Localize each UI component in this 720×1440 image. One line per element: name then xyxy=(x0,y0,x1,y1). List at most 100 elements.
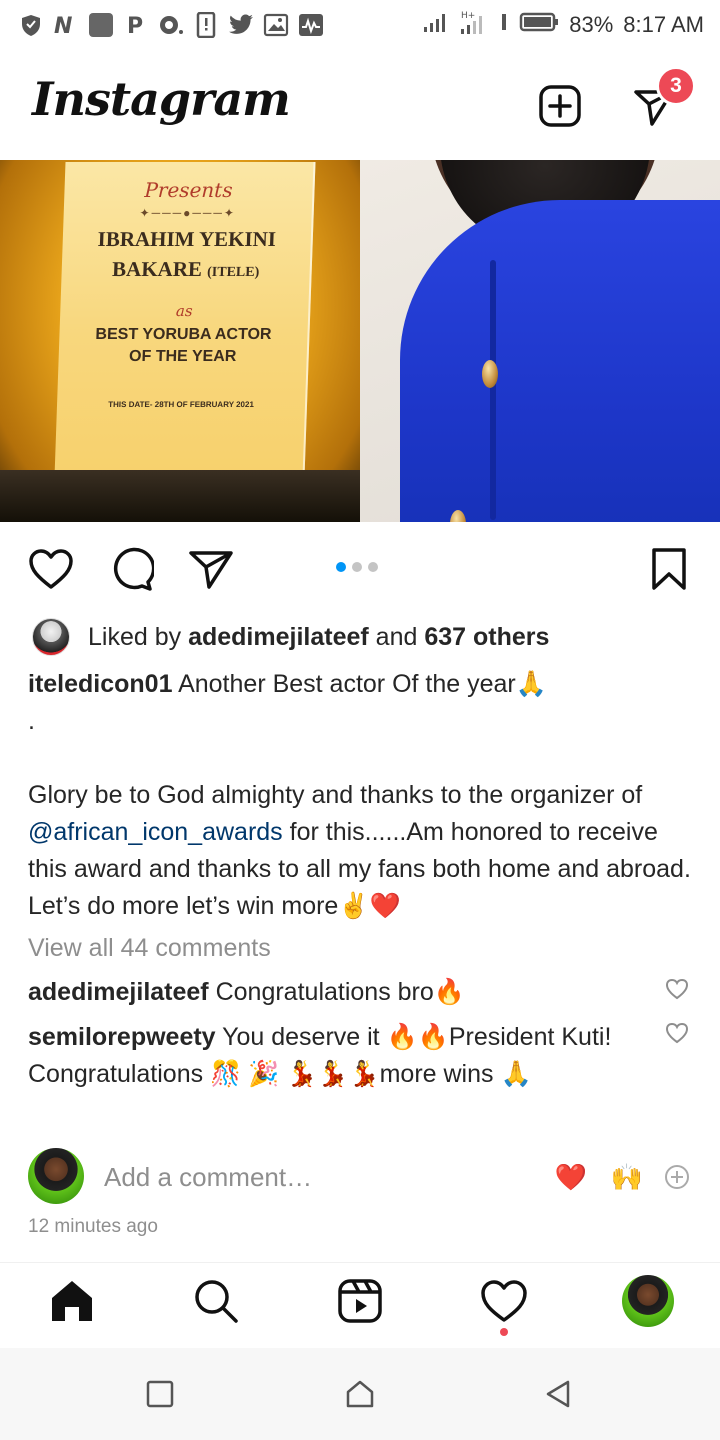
likes-row[interactable]: Liked by adedimejilateef and 637 others xyxy=(32,618,549,656)
plaque-award: BEST YORUBA ACTOR OF THE YEAR xyxy=(95,326,272,365)
post-caption: iteledicon01 Another Best actor Of the y… xyxy=(28,666,700,925)
save-button[interactable] xyxy=(646,546,692,592)
shirt-button xyxy=(482,360,498,388)
search-icon xyxy=(195,1280,238,1323)
svg-text:N: N xyxy=(54,14,72,37)
caption-username[interactable]: iteledicon01 xyxy=(28,670,173,698)
portrait-photo xyxy=(360,160,720,522)
caption-body: Glory be to God almighty and thanks to t… xyxy=(28,781,691,920)
system-status: H+ 83% 8:17 AM xyxy=(423,9,704,41)
avatar xyxy=(28,1148,84,1204)
svg-text:P: P xyxy=(127,14,143,37)
activity-indicator-dot xyxy=(500,1328,508,1336)
liker-username[interactable]: adedimejilateef xyxy=(188,623,369,651)
heart-icon xyxy=(481,1280,527,1322)
likes-others[interactable]: 637 others xyxy=(424,623,549,651)
activity-icon xyxy=(298,12,324,38)
instagram-logo[interactable]: Instagram xyxy=(32,72,291,126)
comment-item: adedimejilateef Congratulations bro🔥 xyxy=(28,974,628,1011)
nav-profile-button[interactable] xyxy=(622,1275,674,1327)
battery-percent: 83% xyxy=(569,12,614,37)
battery-icon xyxy=(519,11,559,39)
gallery-icon xyxy=(263,12,289,38)
view-all-comments-link[interactable]: View all 44 comments xyxy=(28,934,271,963)
like-button[interactable] xyxy=(28,546,74,592)
system-navigation-bar xyxy=(0,1348,720,1440)
app-header: Instagram xyxy=(0,58,720,158)
comment-item: semilorepweety You deserve it 🔥🔥Presiden… xyxy=(28,1019,628,1093)
plus-square-icon xyxy=(539,85,581,127)
paper-plane-icon xyxy=(189,551,233,589)
new-post-button[interactable] xyxy=(536,82,584,130)
back-triangle-icon xyxy=(546,1380,570,1408)
add-emoji-button[interactable] xyxy=(660,1160,694,1194)
carousel-dot xyxy=(368,562,378,572)
n-app-icon: N xyxy=(53,12,79,38)
phone-notification-icon xyxy=(193,12,219,38)
square-app-icon xyxy=(88,12,114,38)
heart-icon xyxy=(29,549,73,589)
caption-dot: . xyxy=(28,707,35,735)
plaque-stand xyxy=(0,470,360,522)
vpn-shield-icon xyxy=(18,12,44,38)
twitter-icon xyxy=(228,12,254,38)
caption-line1: Another Best actor Of the year🙏 xyxy=(178,670,547,698)
direct-badge: 3 xyxy=(656,66,696,106)
comment-like-button[interactable] xyxy=(662,974,692,1004)
signal-1-icon xyxy=(423,11,449,39)
pentagon-home-icon xyxy=(346,1380,374,1408)
comment-text: Congratulations bro🔥 xyxy=(215,978,465,1006)
nav-activity-button[interactable] xyxy=(478,1275,530,1327)
comment-username[interactable]: adedimejilateef xyxy=(28,978,209,1006)
nav-reels-button[interactable] xyxy=(334,1275,386,1327)
carousel-indicator xyxy=(336,562,378,572)
post-actions xyxy=(0,540,720,596)
home-icon xyxy=(52,1281,92,1321)
quick-emoji-heart[interactable]: ❤️ xyxy=(554,1160,588,1194)
nav-search-button[interactable] xyxy=(190,1275,242,1327)
add-comment-row: ❤️ 🙌 xyxy=(28,1148,692,1206)
signal-2-icon: H+ xyxy=(459,9,489,41)
avatar xyxy=(622,1275,674,1327)
bookmark-icon xyxy=(652,548,686,590)
plus-circle-icon xyxy=(665,1165,689,1189)
svg-text:H+: H+ xyxy=(461,11,475,21)
plaque-presents: Presents xyxy=(144,178,234,202)
heart-icon xyxy=(665,978,689,1000)
caption-mention[interactable]: @african_icon_awards xyxy=(28,818,283,846)
recents-button[interactable] xyxy=(140,1374,180,1414)
speech-bubble-icon xyxy=(113,547,154,591)
liker-avatar xyxy=(32,618,70,656)
opera-mini-icon xyxy=(158,12,184,38)
square-icon xyxy=(146,1380,174,1408)
back-button[interactable] xyxy=(538,1374,578,1414)
award-plaque: Presents ✦───●───✦ IBRAHIM YEKINI BAKARE… xyxy=(50,162,316,522)
share-button[interactable] xyxy=(188,546,234,592)
reels-icon xyxy=(338,1279,382,1323)
notification-icons: N P xyxy=(18,12,324,38)
vibrate-icon xyxy=(499,11,509,39)
quick-emoji-raised-hands[interactable]: 🙌 xyxy=(610,1160,644,1194)
bottom-navigation xyxy=(0,1262,720,1342)
plaque-as: as xyxy=(175,302,193,320)
carousel-dot xyxy=(336,562,346,572)
status-bar: N P H+ 83% 8:17 AM xyxy=(0,0,720,50)
heart-icon xyxy=(665,1022,689,1044)
blue-shirt xyxy=(400,200,720,522)
plaque-date: THIS DATE- 28TH OF FEBRUARY 2021 xyxy=(108,400,255,409)
p-app-icon: P xyxy=(123,12,149,38)
nav-home-button[interactable] xyxy=(46,1275,98,1327)
system-home-button[interactable] xyxy=(340,1374,380,1414)
clock: 8:17 AM xyxy=(623,12,704,37)
plaque-divider: ✦───●───✦ xyxy=(139,206,237,220)
carousel-dot xyxy=(352,562,362,572)
likes-text: Liked by adedimejilateef and 637 others xyxy=(88,622,550,651)
comment-input[interactable] xyxy=(104,1160,524,1194)
plaque-name: IBRAHIM YEKINI BAKARE (ITELE) xyxy=(97,227,277,281)
comment-like-button[interactable] xyxy=(662,1018,692,1048)
post-image[interactable]: Presents ✦───●───✦ IBRAHIM YEKINI BAKARE… xyxy=(0,160,720,522)
award-plaque-photo: Presents ✦───●───✦ IBRAHIM YEKINI BAKARE… xyxy=(0,160,360,522)
comment-username[interactable]: semilorepweety xyxy=(28,1023,216,1051)
post-timestamp: 12 minutes ago xyxy=(28,1216,158,1237)
comment-button[interactable] xyxy=(108,546,154,592)
